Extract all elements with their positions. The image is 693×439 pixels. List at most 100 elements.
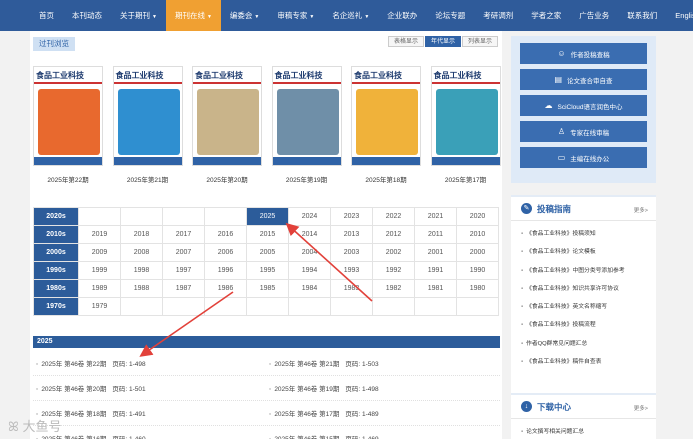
issue-card[interactable]: 食品工业科技 2025年第19期 xyxy=(271,66,342,184)
year-cell[interactable]: 2024 xyxy=(288,207,331,226)
year-cell[interactable]: 1988 xyxy=(120,279,163,298)
decade-button[interactable]: 2000s xyxy=(33,243,79,262)
year-cell[interactable]: 2002 xyxy=(372,243,415,262)
nav-item-12[interactable]: 联系我们 xyxy=(618,0,666,31)
nav-item-11[interactable]: 广告业务 xyxy=(570,0,618,31)
issue-card[interactable]: 食品工业科技 2025年第22期 xyxy=(33,66,103,184)
issue-list-item[interactable]: ▫ 2025年 第46卷 第21期 页码: 1-503 xyxy=(266,358,499,368)
issue-list-item[interactable]: ▫ 2025年 第46卷 第18期 页码: 1-491 xyxy=(33,408,266,418)
issue-cover-image[interactable]: 食品工业科技 xyxy=(33,66,103,166)
nav-item-3[interactable]: 期刊在线 ▼ xyxy=(165,0,221,31)
year-cell[interactable]: 2014 xyxy=(288,225,331,244)
year-cell[interactable]: 1985 xyxy=(246,279,289,298)
year-cell[interactable]: 2022 xyxy=(372,207,415,226)
issue-list-item[interactable]: ▫ 2025年 第46卷 第20期 页码: 1-501 xyxy=(33,383,266,393)
year-cell[interactable]: 2025 xyxy=(246,207,289,226)
year-cell[interactable]: 1990 xyxy=(456,261,499,280)
year-cell[interactable]: 2005 xyxy=(246,243,289,262)
year-cell[interactable]: 1982 xyxy=(372,279,415,298)
guide-more-link[interactable]: 更多> xyxy=(634,206,648,214)
issue-label[interactable]: 2025年第17期 xyxy=(431,174,501,184)
decade-button[interactable]: 1970s xyxy=(33,297,79,316)
year-cell[interactable]: 2019 xyxy=(78,225,121,244)
sidebar-button-0[interactable]: ☺ 作者投稿查稿 xyxy=(520,43,647,64)
year-cell[interactable]: 1992 xyxy=(372,261,415,280)
year-cell[interactable]: 2007 xyxy=(162,243,205,262)
link-item[interactable]: ▪ 作者QQ群常见问题汇总 xyxy=(521,335,656,353)
year-cell[interactable]: 2009 xyxy=(78,243,121,262)
issue-label[interactable]: 2025年第22期 xyxy=(33,174,103,184)
year-cell[interactable]: 1999 xyxy=(78,261,121,280)
sidebar-button-4[interactable]: ▭ 主编在线办公 xyxy=(520,147,647,168)
year-cell[interactable]: 1987 xyxy=(162,279,205,298)
issue-cover-image[interactable]: 食品工业科技 xyxy=(112,66,183,166)
year-cell[interactable]: 2015 xyxy=(246,225,289,244)
year-cell[interactable]: 2000 xyxy=(456,243,499,262)
year-cell[interactable]: 1981 xyxy=(414,279,457,298)
link-item[interactable]: ▪ 《食品工业科技》英文名称缩写 xyxy=(521,298,656,316)
year-cell[interactable]: 2021 xyxy=(414,207,457,226)
year-cell[interactable]: 2017 xyxy=(162,225,205,244)
view-tab-1[interactable]: 年代显示 xyxy=(425,36,462,47)
sidebar-button-3[interactable]: ♙ 专家在线审稿 xyxy=(520,121,647,142)
link-item[interactable]: ▪ 《食品工业科技》稿件自查表 xyxy=(521,353,656,371)
issue-cover-image[interactable]: 食品工业科技 xyxy=(430,66,501,166)
nav-item-10[interactable]: 学者之家 xyxy=(522,0,570,31)
issue-list-item[interactable]: ▫ 2025年 第46卷 第19期 页码: 1-498 xyxy=(266,383,499,393)
year-cell[interactable]: 1986 xyxy=(204,279,247,298)
year-cell[interactable]: 2011 xyxy=(414,225,457,244)
year-cell[interactable]: 1995 xyxy=(246,261,289,280)
link-item[interactable]: ▪ 《食品工业科技》中图分类号添加参考 xyxy=(521,262,656,280)
nav-item-0[interactable]: 首页 xyxy=(30,0,63,31)
view-tab-0[interactable]: 表格显示 xyxy=(388,36,425,47)
download-more-link[interactable]: 更多> xyxy=(634,404,648,412)
nav-item-13[interactable]: English xyxy=(666,0,693,31)
year-cell[interactable]: 2003 xyxy=(330,243,373,262)
link-item[interactable]: ▪ 《食品工业科技》投稿流程 xyxy=(521,316,656,334)
view-tab-2[interactable]: 列表显示 xyxy=(462,36,499,47)
issue-label[interactable]: 2025年第20期 xyxy=(192,174,262,184)
issue-label[interactable]: 2025年第18期 xyxy=(351,174,421,184)
issue-card[interactable]: 食品工业科技 2025年第21期 xyxy=(112,66,183,184)
year-cell[interactable]: 2001 xyxy=(414,243,457,262)
year-cell[interactable]: 2012 xyxy=(372,225,415,244)
nav-item-5[interactable]: 审稿专家 ▼ xyxy=(268,0,323,31)
sidebar-button-2[interactable]: ☁ SciCloud语言润色中心 xyxy=(520,95,647,116)
year-cell[interactable]: 1980 xyxy=(456,279,499,298)
year-cell[interactable]: 2016 xyxy=(204,225,247,244)
decade-button[interactable]: 1990s xyxy=(33,261,79,280)
year-cell[interactable]: 1993 xyxy=(330,261,373,280)
year-cell[interactable]: 1994 xyxy=(288,261,331,280)
year-cell[interactable]: 1996 xyxy=(204,261,247,280)
decade-button[interactable]: 1980s xyxy=(33,279,79,298)
year-cell[interactable]: 2018 xyxy=(120,225,163,244)
issue-card[interactable]: 食品工业科技 2025年第17期 xyxy=(430,66,501,184)
issue-cover-image[interactable]: 食品工业科技 xyxy=(192,66,262,166)
year-cell[interactable]: 1979 xyxy=(78,297,121,316)
year-cell[interactable]: 2013 xyxy=(330,225,373,244)
issue-cover-image[interactable]: 食品工业科技 xyxy=(351,66,421,166)
decade-button[interactable]: 2020s xyxy=(33,207,79,226)
year-cell[interactable]: 2023 xyxy=(330,207,373,226)
nav-item-1[interactable]: 本刊动态 xyxy=(63,0,111,31)
nav-item-8[interactable]: 论坛专题 xyxy=(426,0,474,31)
nav-item-9[interactable]: 考研调剂 xyxy=(474,0,522,31)
nav-item-2[interactable]: 关于期刊 ▼ xyxy=(111,0,166,31)
decade-button[interactable]: 2010s xyxy=(33,225,79,244)
nav-item-7[interactable]: 企业联办 xyxy=(378,0,426,31)
year-cell[interactable]: 2010 xyxy=(456,225,499,244)
link-item[interactable]: ▪ 《食品工业科技》知识共享许可协议 xyxy=(521,280,656,298)
sidebar-button-1[interactable]: ▤ 论文查合审自查 xyxy=(520,69,647,90)
year-cell[interactable]: 2004 xyxy=(288,243,331,262)
issue-cover-image[interactable]: 食品工业科技 xyxy=(271,66,342,166)
link-item[interactable]: ▪ 《食品工业科技》投稿须知 xyxy=(521,225,656,243)
link-item[interactable]: ▪ 《食品工业科技》论文模板 xyxy=(521,243,656,261)
issue-list-item[interactable]: ▫2025年 第46卷 第15期页码: 1-469 xyxy=(266,433,499,439)
nav-item-6[interactable]: 名企巡礼 ▼ xyxy=(323,0,378,31)
year-cell[interactable]: 2020 xyxy=(456,207,499,226)
link-item[interactable]: ▪ 论文撰写相关问题汇总 xyxy=(521,423,656,439)
year-cell[interactable]: 1991 xyxy=(414,261,457,280)
year-cell[interactable]: 1983 xyxy=(330,279,373,298)
issue-list-item[interactable]: ▫2025年 第46卷 第16期页码: 1-460 xyxy=(33,433,266,439)
issue-label[interactable]: 2025年第21期 xyxy=(113,174,183,184)
